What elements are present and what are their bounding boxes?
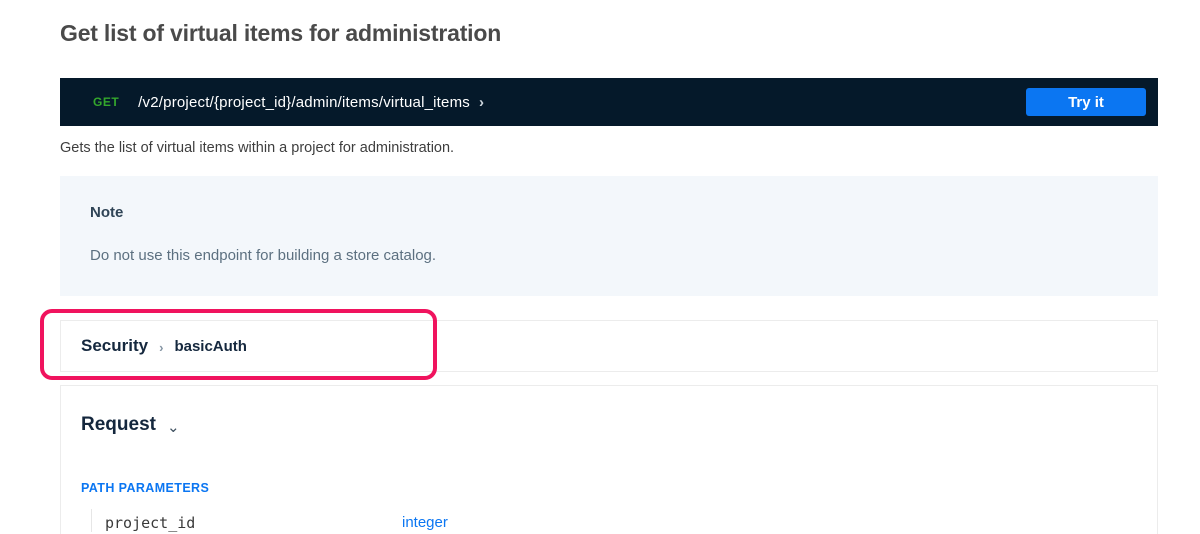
chevron-right-icon[interactable]: › xyxy=(479,95,484,110)
path-parameters-label: PATH PARAMETERS xyxy=(81,481,1137,495)
security-scheme-link[interactable]: basicAuth xyxy=(174,338,247,355)
request-section-toggle[interactable]: Request ⌄ xyxy=(81,414,180,436)
endpoint-description: Gets the list of virtual items within a … xyxy=(60,140,1158,156)
try-it-button[interactable]: Try it xyxy=(1026,88,1146,116)
chevron-right-icon: › xyxy=(159,341,163,354)
chevron-down-icon: ⌄ xyxy=(167,420,180,435)
security-section: Security › basicAuth xyxy=(60,320,1158,372)
request-heading-label: Request xyxy=(81,414,156,436)
parameter-type: integer xyxy=(402,514,448,531)
parameter-row: project_id integer xyxy=(91,509,1137,532)
note-body: Do not use this endpoint for building a … xyxy=(90,247,1128,264)
endpoint-bar[interactable]: GET /v2/project/{project_id}/admin/items… xyxy=(60,78,1158,126)
request-section: Request ⌄ PATH PARAMETERS project_id int… xyxy=(60,385,1158,534)
api-doc-page: Get list of virtual items for administra… xyxy=(0,20,1200,534)
page-title: Get list of virtual items for administra… xyxy=(60,20,1158,47)
parameter-name: project_id xyxy=(105,514,402,532)
security-heading: Security xyxy=(81,336,148,356)
note-title: Note xyxy=(90,204,1128,221)
endpoint-path: /v2/project/{project_id}/admin/items/vir… xyxy=(138,94,470,111)
note-callout: Note Do not use this endpoint for buildi… xyxy=(60,176,1158,296)
security-section-wrapper: Security › basicAuth xyxy=(60,320,1158,372)
http-method-badge: GET xyxy=(93,95,119,109)
